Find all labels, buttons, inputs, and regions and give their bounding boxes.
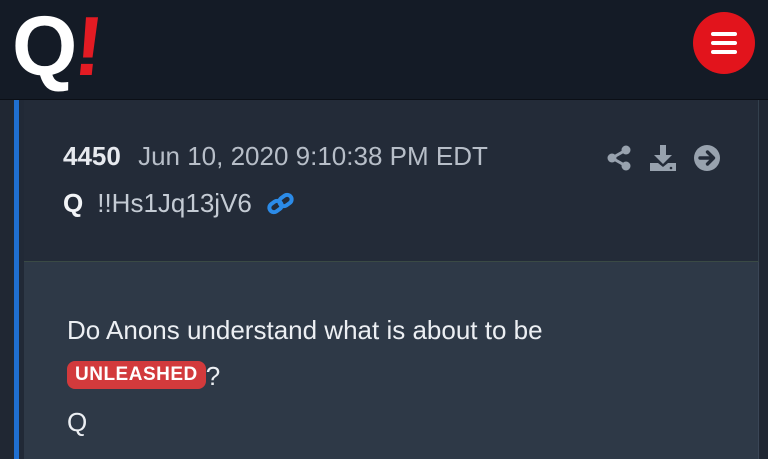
post-author: Q (63, 188, 84, 218)
post-tripcode: !!Hs1Jq13jV6 (97, 188, 252, 218)
post-author-line: Q !!Hs1Jq13jV6 (63, 188, 296, 219)
arrow-circle-right-icon (694, 145, 720, 171)
post-body: Do Anons understand what is about to be … (24, 262, 759, 459)
post-actions (604, 143, 722, 173)
site-logo[interactable]: Q ! (12, 0, 108, 93)
page: Q ! 4450 Jun 10, 2020 9:10:38 PM EDT Q !… (0, 0, 768, 459)
hamburger-menu-icon (711, 32, 737, 54)
download-button[interactable] (648, 143, 678, 173)
share-button[interactable] (604, 143, 634, 173)
message-line: Do Anons understand what is about to be (67, 315, 543, 345)
post-number[interactable]: 4450 (63, 141, 121, 171)
menu-button[interactable] (693, 12, 755, 74)
open-post-button[interactable] (692, 143, 722, 173)
message-line-highlight: UNLEASHED? (67, 353, 727, 399)
logo-mark: ! (70, 0, 109, 93)
highlighted-word: UNLEASHED (67, 361, 206, 390)
post-meta: 4450 Jun 10, 2020 9:10:38 PM EDT (63, 141, 488, 172)
message-signature: Q (67, 407, 88, 437)
post-message: Do Anons understand what is about to be … (67, 307, 727, 445)
message-punctuation: ? (205, 361, 221, 391)
download-icon (650, 145, 676, 171)
link-icon[interactable] (266, 191, 296, 217)
post-header: 4450 Jun 10, 2020 9:10:38 PM EDT Q !!Hs1… (24, 100, 759, 262)
top-bar: Q ! (0, 0, 768, 100)
post-card: 4450 Jun 10, 2020 9:10:38 PM EDT Q !!Hs1… (14, 100, 759, 459)
share-icon (607, 145, 631, 171)
post-timestamp: Jun 10, 2020 9:10:38 PM EDT (138, 141, 488, 171)
logo-letter: Q (12, 0, 77, 93)
